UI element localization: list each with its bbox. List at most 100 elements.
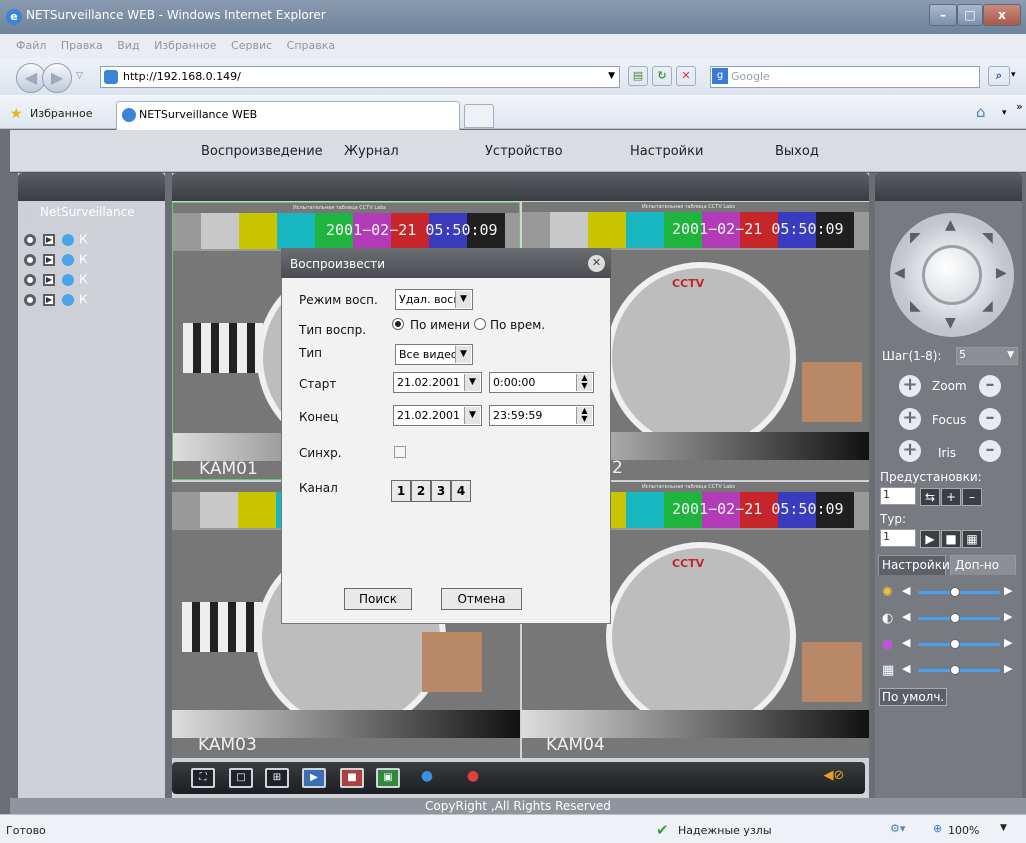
slider-decrease-icon[interactable]: ◀ xyxy=(902,636,910,649)
address-dropdown-icon[interactable]: ▼ xyxy=(608,71,615,81)
record-icon[interactable] xyxy=(24,253,36,266)
protected-mode-icon[interactable]: ⚙▾ xyxy=(890,822,905,835)
step-select[interactable]: 5 ▼ xyxy=(956,347,1018,365)
color-slider-knob[interactable] xyxy=(949,639,960,649)
channel-row-1[interactable]: ▶ К xyxy=(24,232,88,248)
search-box[interactable]: Google xyxy=(710,66,980,88)
channel-4-button[interactable]: 4 xyxy=(451,480,471,502)
channel-row-3[interactable]: ▶ К xyxy=(24,272,88,288)
end-time-spinner-icon[interactable]: ▲ ▼ xyxy=(576,407,592,424)
close-all-icon[interactable]: ■ xyxy=(340,768,364,788)
refresh-icon[interactable]: ↻ xyxy=(652,66,672,86)
channel-1-button[interactable]: 1 xyxy=(391,480,411,502)
brightness-slider-knob[interactable] xyxy=(949,587,960,597)
tab-extra[interactable]: Доп-но xyxy=(950,555,1016,575)
favorites-label[interactable]: Избранное xyxy=(30,107,92,120)
tab-settings[interactable]: Настройки xyxy=(878,555,950,575)
device-root[interactable]: NetSurveillance xyxy=(40,205,135,219)
search-icon[interactable]: ⌕ xyxy=(988,66,1010,86)
stream-icon[interactable] xyxy=(62,293,74,306)
slider-decrease-icon[interactable]: ◀ xyxy=(902,610,910,623)
zoom-level[interactable]: 100% xyxy=(948,824,979,837)
sync-checkbox[interactable] xyxy=(394,446,406,458)
menu-favorites[interactable]: Избранное xyxy=(154,39,216,52)
preset-goto-icon[interactable]: ⇆ xyxy=(920,488,940,506)
kind-select[interactable]: Все видео ▼ xyxy=(395,344,473,365)
menu-settings[interactable]: Настройки xyxy=(630,144,703,159)
play-icon[interactable]: ▶ xyxy=(43,253,55,266)
snapshot-icon[interactable]: ▣ xyxy=(376,768,400,788)
home-icon[interactable]: ⌂ xyxy=(976,103,986,121)
tour-input[interactable]: 1 xyxy=(880,529,916,547)
fullscreen-icon[interactable]: ⛶ xyxy=(191,768,215,788)
zoom-in-button[interactable]: + xyxy=(899,375,921,397)
channel-3-button[interactable]: 3 xyxy=(431,480,451,502)
play-icon[interactable]: ▶ xyxy=(43,293,55,306)
ptz-down-left-icon[interactable]: ◣ xyxy=(910,298,921,314)
menu-log[interactable]: Журнал xyxy=(344,144,399,159)
history-dropdown-icon[interactable]: ▽ xyxy=(76,71,83,81)
by-time-label[interactable]: По врем. xyxy=(490,318,545,332)
start-date-dropdown-icon[interactable]: ▼ xyxy=(464,374,480,391)
menu-file[interactable]: Файл xyxy=(16,39,46,52)
play-icon[interactable]: ▶ xyxy=(43,233,55,246)
focus-in-button[interactable]: + xyxy=(899,408,921,430)
step-dropdown-icon[interactable]: ▼ xyxy=(1007,350,1014,360)
ptz-down-right-icon[interactable]: ◢ xyxy=(982,298,993,314)
menu-tools[interactable]: Сервис xyxy=(231,39,272,52)
tour-stop-icon[interactable]: ■ xyxy=(941,530,961,548)
slider-increase-icon[interactable]: ▶ xyxy=(1004,662,1012,675)
kind-dropdown-icon[interactable]: ▼ xyxy=(455,346,471,363)
record-icon[interactable] xyxy=(24,233,36,246)
stream-icon[interactable] xyxy=(62,273,74,286)
new-tab-button[interactable] xyxy=(464,104,494,128)
mode-dropdown-icon[interactable]: ▼ xyxy=(455,291,471,308)
minimize-button[interactable]: – xyxy=(929,4,957,26)
forward-button[interactable]: ▶ xyxy=(42,63,72,93)
preset-add-icon[interactable]: + xyxy=(941,488,961,506)
mode-select[interactable]: Удал. восп ▼ xyxy=(395,289,473,310)
tour-start-icon[interactable]: ▶ xyxy=(920,530,940,548)
close-window-button[interactable]: x xyxy=(983,4,1021,26)
start-date-picker[interactable]: 21.02.2001 ▼ xyxy=(393,372,482,393)
end-date-picker[interactable]: 21.02.2001 ▼ xyxy=(393,405,482,426)
slider-increase-icon[interactable]: ▶ xyxy=(1004,584,1012,597)
end-date-dropdown-icon[interactable]: ▼ xyxy=(464,407,480,424)
single-view-icon[interactable]: □ xyxy=(229,768,253,788)
search-button[interactable]: Поиск xyxy=(344,588,412,610)
record-stop-icon[interactable]: ● xyxy=(458,768,488,788)
volume-mute-icon[interactable]: ◀⊘ xyxy=(822,768,846,788)
stream-icon[interactable] xyxy=(62,233,74,246)
iris-close-button[interactable]: – xyxy=(979,440,1001,462)
quad-view-icon[interactable]: ⊞ xyxy=(265,768,289,788)
home-dropdown-icon[interactable]: ▾ xyxy=(1002,108,1007,118)
contrast-slider-knob[interactable] xyxy=(949,613,960,623)
slider-increase-icon[interactable]: ▶ xyxy=(1004,636,1012,649)
ptz-up-left-icon[interactable]: ◤ xyxy=(910,230,921,246)
iris-open-button[interactable]: + xyxy=(899,440,921,462)
zoom-icon[interactable]: ⊕ xyxy=(933,822,942,835)
slider-decrease-icon[interactable]: ◀ xyxy=(902,662,910,675)
browser-tab[interactable]: NETSurveillance WEB xyxy=(116,101,460,130)
dialog-close-icon[interactable]: ✕ xyxy=(588,255,605,272)
cancel-button[interactable]: Отмена xyxy=(441,588,522,610)
open-all-icon[interactable]: ▶ xyxy=(302,768,326,788)
security-zone[interactable]: Надежные узлы xyxy=(678,824,772,837)
end-time-input[interactable]: 23:59:59 ▲ ▼ xyxy=(489,405,594,426)
menu-edit[interactable]: Правка xyxy=(61,39,103,52)
channel-2-button[interactable]: 2 xyxy=(411,480,431,502)
menu-device[interactable]: Устройство xyxy=(485,144,563,159)
default-button[interactable]: По умолч. xyxy=(879,688,947,706)
menu-playback[interactable]: Воспроизведение xyxy=(201,144,323,159)
ptz-down-icon[interactable]: ▼ xyxy=(945,315,956,331)
ptz-right-icon[interactable]: ▶ xyxy=(996,265,1007,281)
play-icon[interactable]: ▶ xyxy=(43,273,55,286)
start-time-spinner-icon[interactable]: ▲ ▼ xyxy=(576,374,592,391)
zoom-out-button[interactable]: – xyxy=(979,375,1001,397)
record-start-icon[interactable]: ● xyxy=(412,768,442,788)
ptz-center-button[interactable] xyxy=(922,245,982,305)
more-icon[interactable]: » xyxy=(1016,100,1023,113)
preset-remove-icon[interactable]: – xyxy=(962,488,982,506)
start-time-input[interactable]: 0:00:00 ▲ ▼ xyxy=(489,372,594,393)
channel-row-2[interactable]: ▶ К xyxy=(24,252,88,268)
